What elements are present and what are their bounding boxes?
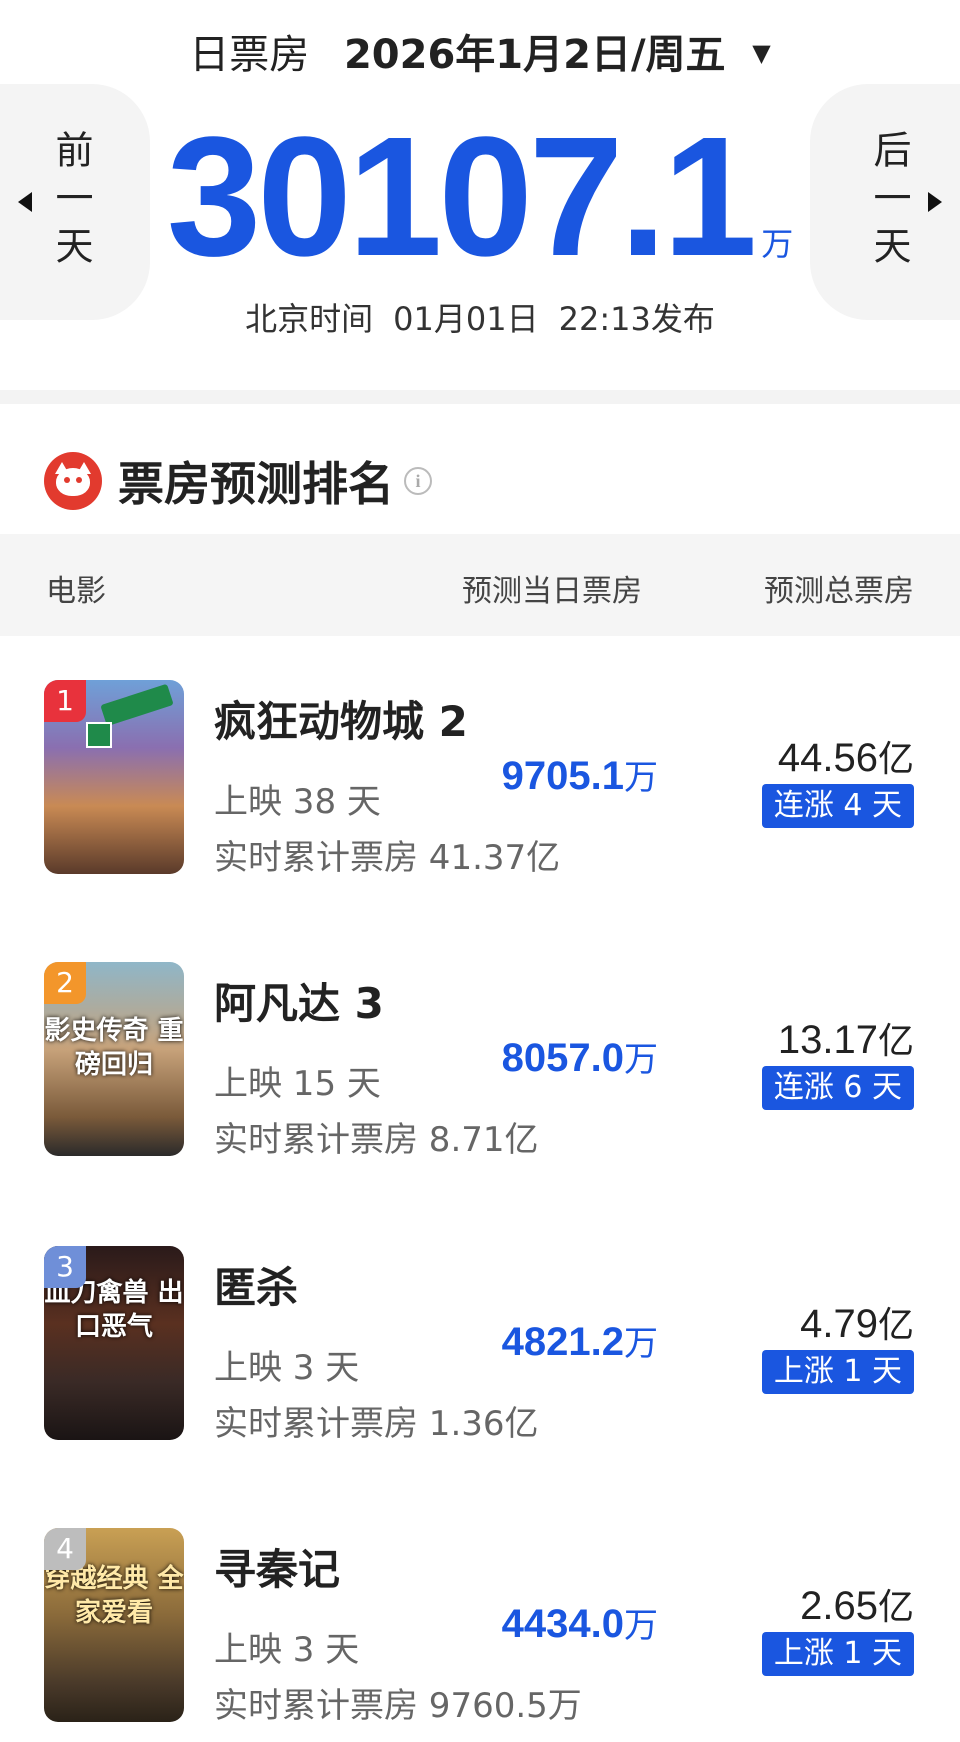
date-selector[interactable]: 日票房 2026年1月2日/周五 ▼: [0, 22, 960, 80]
days-in-release: 上映 38 天: [214, 782, 381, 822]
movie-row[interactable]: 穿越经典 全家爱看 4 寻秦记 上映 3 天 实时累计票房 9760.5万 44…: [0, 1528, 960, 1728]
trend-badge: 连涨 4 天: [761, 784, 914, 828]
movie-row[interactable]: 血刀禽兽 出口恶气 3 匿杀 上映 3 天 实时累计票房 1.36亿 4821.…: [0, 1246, 960, 1446]
movie-poster[interactable]: 血刀禽兽 出口恶气 3: [44, 1246, 184, 1440]
trend-badge: 上涨 1 天: [761, 1350, 914, 1394]
table-header: 电影 预测当日票房 预测总票房: [0, 534, 960, 636]
predicted-total-box-office: 44.56亿: [777, 736, 914, 780]
column-predicted-day[interactable]: 预测当日票房: [462, 566, 642, 610]
maoyan-cat-logo-icon: [44, 452, 102, 510]
rank-badge: 2: [44, 962, 86, 1004]
section-divider: [0, 390, 960, 404]
predicted-total-box-office: 4.79亿: [800, 1302, 914, 1346]
total-box-office-unit: 万: [761, 225, 794, 263]
poster-text: 影史传奇 重磅回归: [44, 1016, 184, 1080]
movie-poster[interactable]: 1: [44, 680, 184, 874]
predicted-day-box-office: 4821.2万: [501, 1320, 658, 1364]
predicted-day-box-office: 8057.0万: [501, 1036, 658, 1080]
movie-title[interactable]: 寻秦记: [214, 1536, 340, 1597]
selected-date[interactable]: 2026年1月2日/周五: [344, 32, 726, 78]
column-movie: 电影: [46, 574, 106, 609]
publish-prefix: 北京时间: [245, 300, 374, 338]
movie-row[interactable]: 1 疯狂动物城 2 上映 38 天 实时累计票房 41.37亿 9705.1万 …: [0, 680, 960, 880]
movie-poster[interactable]: 影史传奇 重磅回归 2: [44, 962, 184, 1156]
days-in-release: 上映 3 天: [214, 1348, 360, 1388]
days-in-release: 上映 3 天: [214, 1630, 360, 1670]
column-predicted-total[interactable]: 预测总票房: [764, 566, 914, 610]
predicted-day-box-office: 4434.0万: [501, 1602, 658, 1646]
movie-row[interactable]: 影史传奇 重磅回归 2 阿凡达 3 上映 15 天 实时累计票房 8.71亿 8…: [0, 962, 960, 1162]
cumulative-box-office: 实时累计票房 1.36亿: [214, 1404, 539, 1444]
publish-time: 北京时间 01月01日 22:13发布: [0, 294, 960, 340]
poster-text: 穿越经典 全家爱看: [44, 1564, 184, 1628]
rank-badge: 1: [44, 680, 86, 722]
rank-badge: 4: [44, 1528, 86, 1570]
days-in-release: 上映 15 天: [214, 1064, 381, 1104]
rank-badge: 3: [44, 1246, 86, 1288]
section-title: 票房预测排名: [118, 457, 394, 511]
movie-title[interactable]: 疯狂动物城 2: [214, 688, 468, 749]
total-box-office: 30107.1 万: [0, 112, 960, 282]
trend-badge: 连涨 6 天: [761, 1066, 914, 1110]
predicted-total-box-office: 13.17亿: [777, 1018, 914, 1062]
info-icon[interactable]: i: [404, 467, 432, 495]
predicted-day-box-office: 9705.1万: [501, 754, 658, 798]
publish-date: 01月01日: [393, 300, 539, 338]
daily-box-office-label: 日票房: [189, 32, 310, 78]
total-box-office-value: 30107.1: [166, 102, 758, 292]
movie-title[interactable]: 匿杀: [214, 1254, 298, 1315]
cumulative-box-office: 实时累计票房 9760.5万: [214, 1686, 582, 1726]
movie-title[interactable]: 阿凡达 3: [214, 970, 384, 1031]
movie-poster[interactable]: 穿越经典 全家爱看 4: [44, 1528, 184, 1722]
predicted-total-box-office: 2.65亿: [800, 1584, 914, 1628]
trend-badge: 上涨 1 天: [761, 1632, 914, 1676]
cumulative-box-office: 实时累计票房 8.71亿: [214, 1120, 539, 1160]
publish-time-value: 22:13发布: [558, 300, 715, 338]
dropdown-caret-icon[interactable]: ▼: [752, 39, 770, 67]
cumulative-box-office: 实时累计票房 41.37亿: [214, 838, 561, 878]
section-header: 票房预测排名 i: [44, 448, 432, 514]
